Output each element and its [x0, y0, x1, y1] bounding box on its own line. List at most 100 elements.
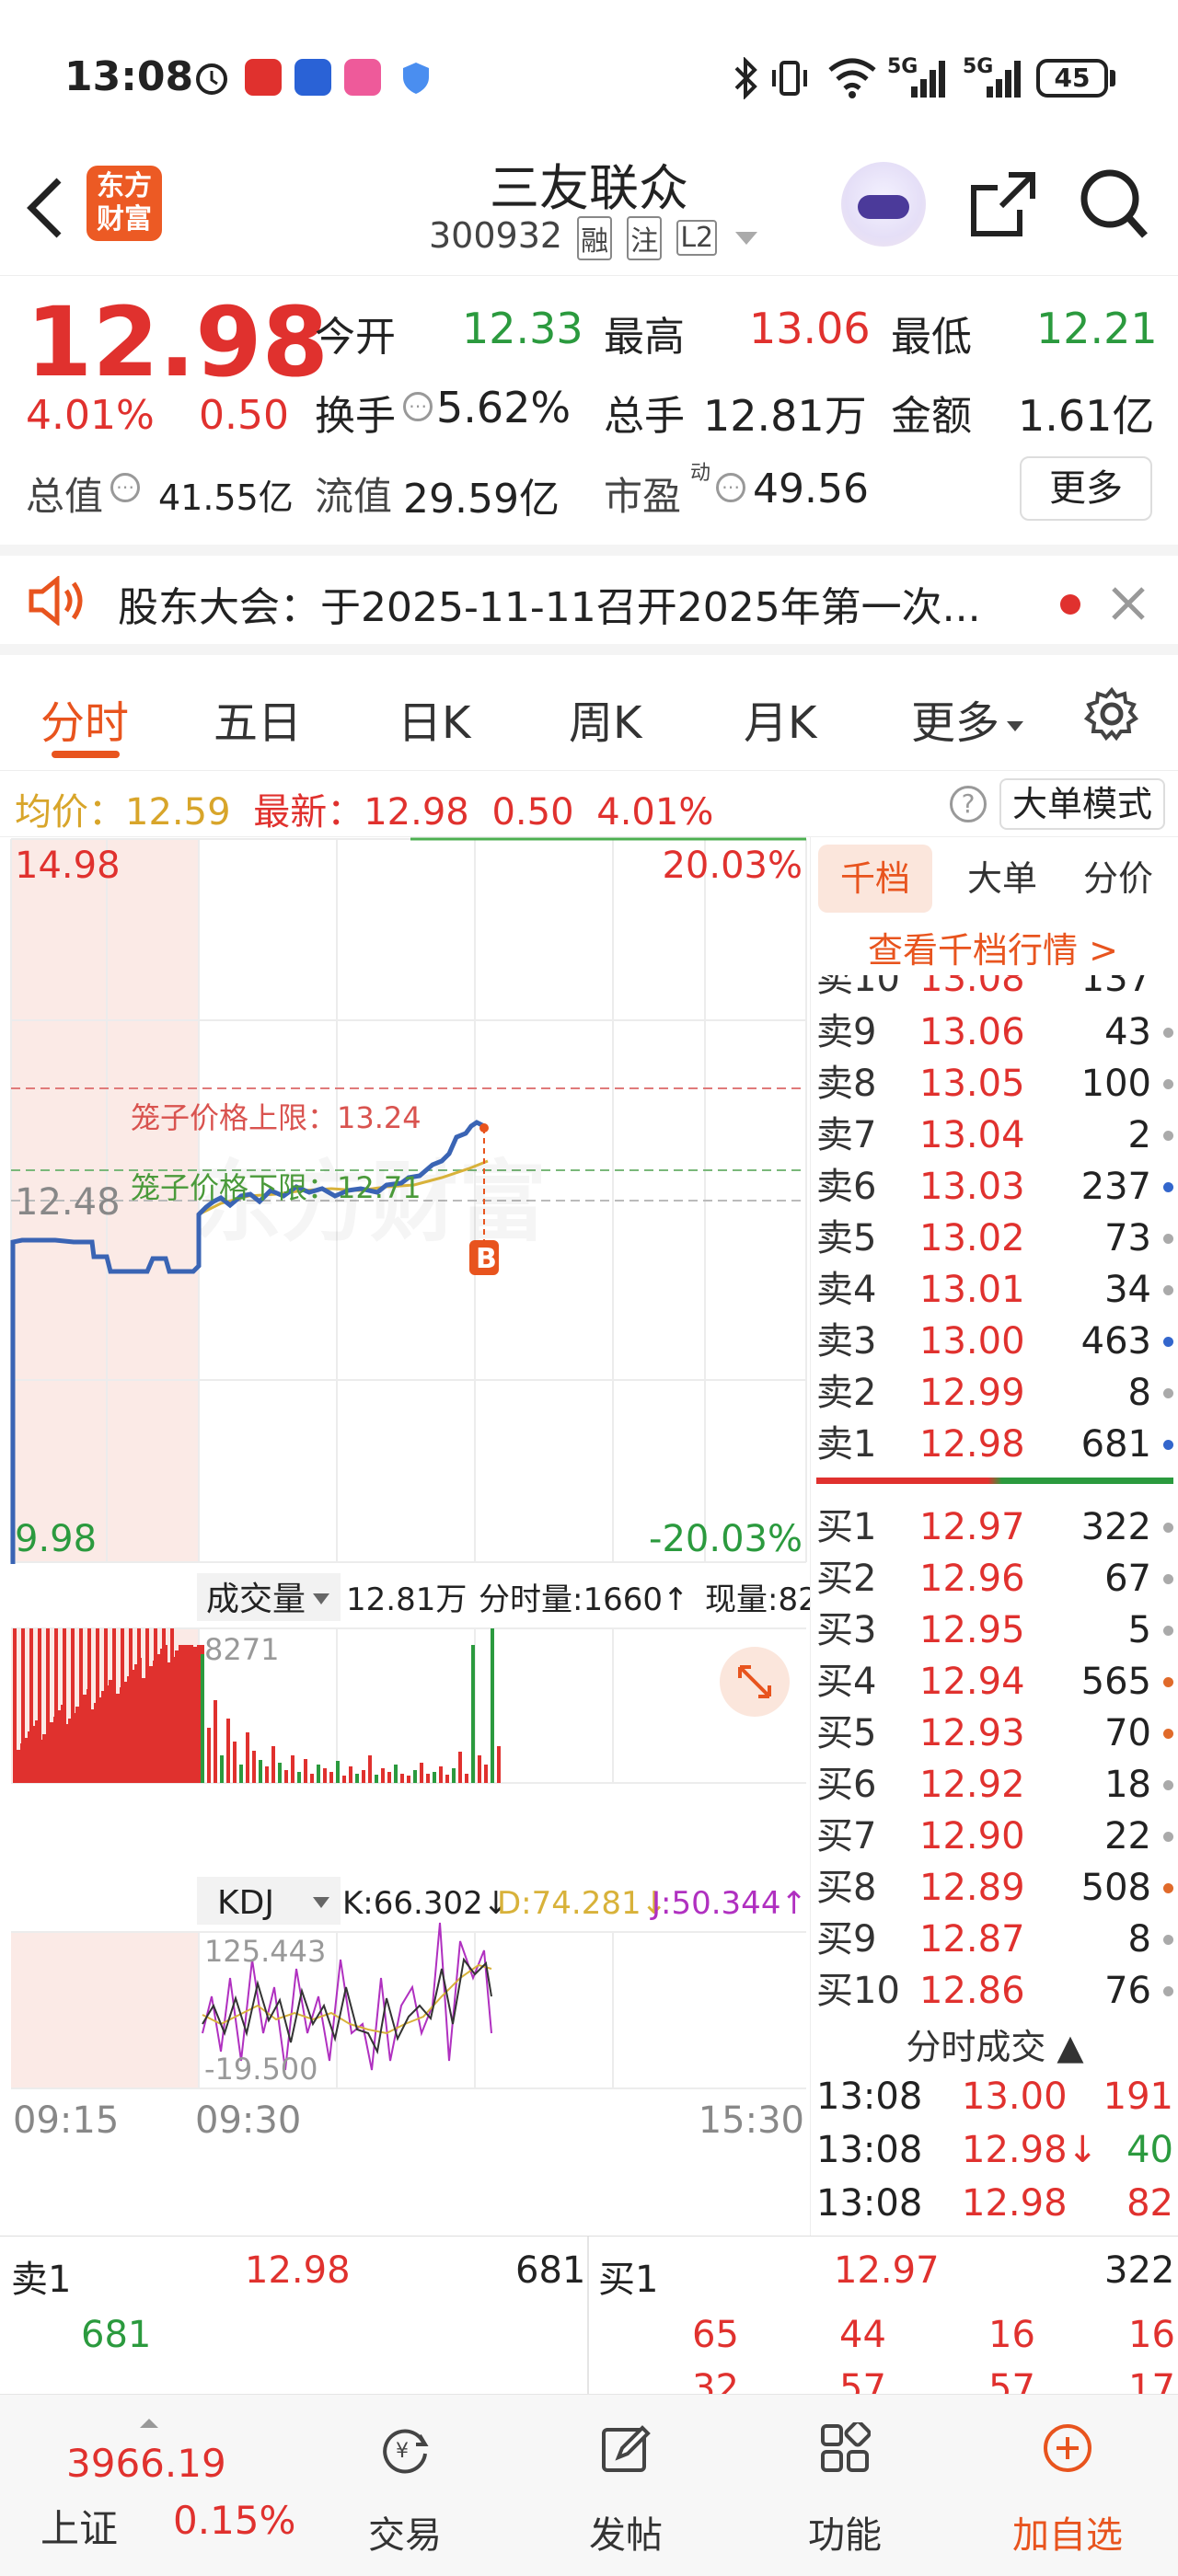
ob-volume: 70 [1104, 1712, 1151, 1754]
back-icon[interactable] [24, 175, 66, 241]
nav-post[interactable]: 发帖 [543, 2395, 709, 2576]
volume-bar [439, 1766, 443, 1783]
orderbook-row[interactable]: 买5 12.93 70 [811, 1708, 1178, 1759]
ticks-header[interactable]: 分时成交 ▲ [811, 2018, 1178, 2069]
tab-more-label: 更多 [911, 697, 1000, 749]
orderbook-row[interactable]: 卖8 13.05 100 [811, 1058, 1178, 1110]
latest-label: 最新： [253, 791, 364, 834]
ob-price: 12.90 [919, 1815, 1025, 1857]
nav-trade-label: 交易 [368, 2514, 442, 2557]
battery-icon: 45 [1036, 59, 1108, 98]
volume-bar [21, 1628, 25, 1783]
info-icon[interactable]: ⋯ [110, 473, 140, 502]
ob-label: 卖1 [816, 1423, 877, 1466]
intraday-chart-area[interactable]: 东方财富 B 14.98 20.03% 12.48 9.98 -20.03% 笼… [0, 837, 810, 2236]
orderbook-scroll[interactable]: 卖10 13.08 137 卖9 13.06 43 卖8 13.05 100 卖7 13.04… [811, 975, 1178, 1582]
ob-label: 买4 [816, 1661, 877, 1703]
orderbook-row[interactable]: 买7 12.90 22 [811, 1811, 1178, 1862]
top-navbar: 东方 财富 三友联众 300932 融 注 L2 [0, 138, 1178, 276]
orderbook-row[interactable]: 买2 12.96 67 [811, 1553, 1178, 1604]
more-button[interactable]: 更多 [1020, 456, 1152, 521]
sell1-price: 12.98 [245, 2249, 351, 2292]
ob-price: 13.02 [919, 1217, 1025, 1259]
volume-bar [394, 1765, 398, 1783]
info-icon[interactable]: ⋯ [716, 473, 745, 502]
volume-bar [162, 1628, 166, 1783]
volume-bar [342, 1776, 346, 1783]
orderbook-row[interactable]: 卖1 12.98 681 [811, 1419, 1178, 1470]
settings-gear-icon[interactable] [1084, 686, 1139, 742]
ob-volume: 2 [1127, 1114, 1151, 1156]
volume-bar [42, 1734, 46, 1783]
app-notification-icon [294, 59, 331, 96]
ob-label: 买3 [816, 1609, 877, 1651]
trade-icon: ¥ [383, 2429, 429, 2474]
ob-price: 12.89 [919, 1867, 1025, 1909]
ob-label: 买8 [816, 1867, 877, 1909]
orderbook-link[interactable]: 查看千档行情 > [868, 922, 1118, 972]
tab-monthly-k[interactable]: 月K [744, 686, 816, 751]
brand-logo-line1: 东方 [97, 170, 152, 202]
index-ticker[interactable]: 3966.19 上证 0.15% [0, 2395, 313, 2576]
tick-row: 13:08 12.98↓ 40 [811, 2123, 1178, 2177]
orderbook-row[interactable]: 卖4 13.01 34 [811, 1264, 1178, 1316]
big-order-mode-button[interactable]: 大单模式 [999, 778, 1165, 830]
orderbook-row[interactable]: 卖7 13.04 2 [811, 1110, 1178, 1161]
tab-intraday[interactable]: 分时 [40, 686, 129, 751]
close-icon[interactable] [1110, 585, 1147, 622]
orderbook-tab-price[interactable]: 分价 [1063, 845, 1173, 913]
tab-weekly-k[interactable]: 周K [569, 686, 641, 751]
orderbook-tab-big[interactable]: 大单 [947, 845, 1057, 913]
orderbook-row[interactable]: 买4 12.94 565 [811, 1656, 1178, 1708]
ob-label: 卖6 [816, 1166, 877, 1208]
orderbook-row[interactable]: 买10 12.86 76 [811, 1965, 1178, 2017]
orderbook-row: 卖10 13.08 137 [811, 975, 1178, 1005]
volume-bar [129, 1628, 133, 1783]
orderbook-row[interactable]: 卖5 13.02 73 [811, 1213, 1178, 1264]
help-icon[interactable]: ? [950, 786, 987, 822]
ob-price: 13.05 [919, 1063, 1025, 1105]
orderbook-row[interactable]: 买1 12.97 322 [811, 1501, 1178, 1553]
tab-daily-k[interactable]: 日K [398, 686, 470, 751]
volume-bar [484, 1765, 488, 1783]
nav-trade[interactable]: ¥ 交易 [322, 2395, 488, 2576]
turnover-label: 换手 [315, 393, 396, 440]
volume-bar [233, 1742, 237, 1783]
quote-panel: 12.98 4.01% 0.50 今开 12.33 最高 13.06 最低 12… [0, 276, 1178, 543]
info-icon[interactable]: ⋯ [403, 392, 433, 421]
orderbook-row[interactable]: 卖3 13.00 463 [811, 1316, 1178, 1367]
turnover-value: 5.62% [436, 383, 572, 432]
nav-functions-label: 功能 [808, 2514, 882, 2557]
change-amount: 0.50 [199, 392, 289, 439]
tab-more[interactable]: 更多 [911, 686, 1024, 751]
ob-dot [1163, 1832, 1173, 1842]
buy1-queue-item: 44 [839, 2314, 886, 2356]
nav-add-watchlist-label: 加自选 [1012, 2514, 1123, 2557]
search-icon[interactable] [1077, 166, 1150, 241]
nav-functions[interactable]: 功能 [762, 2395, 928, 2576]
ob-volume: 8 [1127, 1918, 1151, 1961]
robot-assistant-icon[interactable] [841, 162, 926, 247]
orderbook-row[interactable]: 买6 12.92 18 [811, 1759, 1178, 1811]
mktcap-value: 41.55亿 [158, 477, 294, 518]
orderbook-row[interactable]: 买9 12.87 8 [811, 1914, 1178, 1965]
share-icon[interactable] [968, 169, 1038, 239]
stock-code-row[interactable]: 300932 融 注 L2 [429, 215, 758, 261]
orderbook-tab-thousand[interactable]: 千档 [818, 845, 932, 913]
price-chart[interactable]: 东方财富 B 14.98 20.03% 12.48 9.98 -20.03% 笼… [0, 837, 810, 2236]
tab-five-day[interactable]: 五日 [214, 686, 302, 751]
tick-price: 12.98 [962, 2182, 1068, 2225]
orderbook-row[interactable]: 卖2 12.99 8 [811, 1367, 1178, 1419]
orderbook-row[interactable]: 买8 12.89 508 [811, 1862, 1178, 1914]
nav-add-watchlist[interactable]: 加自选 [985, 2395, 1150, 2576]
pe-superscript: 动 [690, 462, 711, 485]
notice-bar[interactable]: 股东大会：于2025-11-11召开2025年第一次... [0, 545, 1178, 655]
volume-selector: 成交量 [206, 1581, 306, 1618]
ob-dot [1163, 1935, 1173, 1945]
orderbook-row[interactable]: 卖6 13.03 237 [811, 1161, 1178, 1213]
volume-bar [149, 1666, 153, 1783]
orderbook-row[interactable]: 买3 12.95 5 [811, 1604, 1178, 1656]
robot-face [858, 195, 909, 219]
volume-bar [239, 1765, 243, 1783]
orderbook-row[interactable]: 卖9 13.06 43 [811, 1006, 1178, 1058]
